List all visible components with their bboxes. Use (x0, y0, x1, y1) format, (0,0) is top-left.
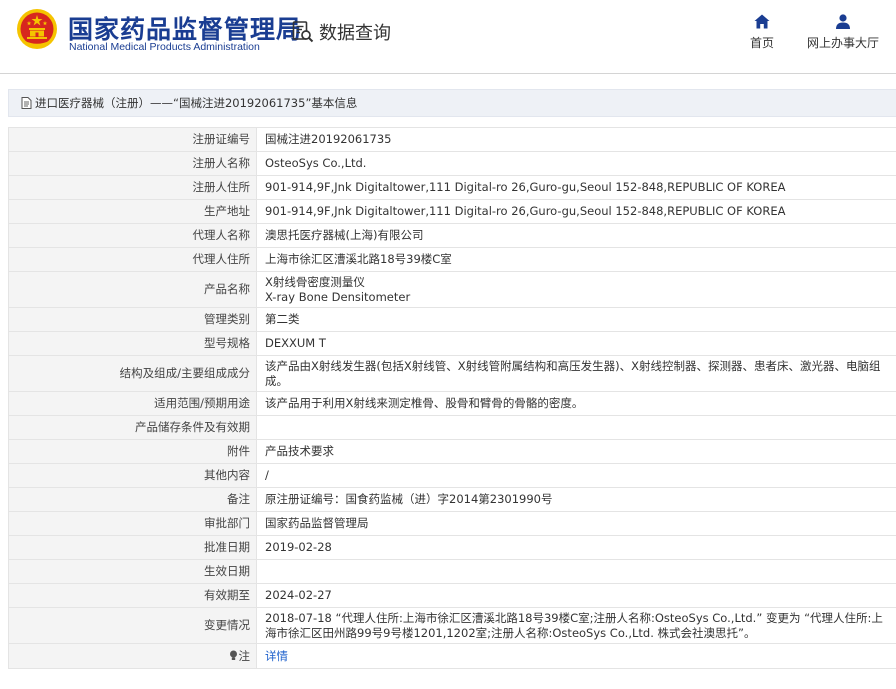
table-row: 审批部门 国家药品监督管理局 (8, 511, 896, 536)
field-value: 第二类 (256, 307, 896, 332)
field-value: X射线骨密度测量仪 X-ray Bone Densitometer (256, 271, 896, 308)
field-label: 产品名称 (8, 271, 257, 308)
field-value: OsteoSys Co.,Ltd. (256, 151, 896, 176)
table-row: 结构及组成/主要组成成分 该产品由X射线发生器(包括X射线管、X射线管附属结构和… (8, 355, 896, 392)
field-value: 该产品由X射线发生器(包括X射线管、X射线管附属结构和高压发生器)、X射线控制器… (256, 355, 896, 392)
field-value: 2018-07-18 “代理人住所:上海市徐汇区漕溪北路18号39楼C室;注册人… (256, 607, 896, 644)
field-label: 生效日期 (8, 559, 257, 584)
national-emblem-icon (17, 9, 57, 49)
user-icon (836, 14, 850, 29)
field-value: 该产品用于利用X射线来测定椎骨、股骨和臂骨的骨骼的密度。 (256, 391, 896, 416)
field-label: 型号规格 (8, 331, 257, 356)
field-value: 原注册证编号：国食药监械（进）字2014第2301990号 (256, 487, 896, 512)
field-label: 代理人名称 (8, 223, 257, 248)
nav-online-hall[interactable]: 网上办事大厅 (803, 14, 883, 51)
table-row: 变更情况 2018-07-18 “代理人住所:上海市徐汇区漕溪北路18号39楼C… (8, 607, 896, 644)
table-row: 适用范围/预期用途 该产品用于利用X射线来测定椎骨、股骨和臂骨的骨骼的密度。 (8, 391, 896, 416)
table-row: 产品名称 X射线骨密度测量仪 X-ray Bone Densitometer (8, 271, 896, 308)
field-label: 变更情况 (8, 607, 257, 644)
field-label: 批准日期 (8, 535, 257, 560)
table-row: 批准日期 2019-02-28 (8, 535, 896, 560)
field-value: 详情 (256, 643, 896, 669)
table-row: 附件 产品技术要求 (8, 439, 896, 464)
field-label: 代理人住所 (8, 247, 257, 272)
field-value: 901-914,9F,Jnk Digitaltower,111 Digital-… (256, 199, 896, 224)
query-title-text: 数据查询 (319, 23, 391, 44)
table-row: 注 详情 (8, 643, 896, 669)
lightbulb-icon (229, 650, 237, 660)
table-row: 注册证编号 国械注进20192061735 (8, 127, 896, 152)
field-label: 注册证编号 (8, 127, 257, 152)
table-row: 其他内容 / (8, 463, 896, 488)
field-label: 有效期至 (8, 583, 257, 608)
field-label: 结构及组成/主要组成成分 (8, 355, 257, 392)
field-value: 国械注进20192061735 (256, 127, 896, 152)
table-row: 生效日期 (8, 559, 896, 584)
field-label: 注册人住所 (8, 175, 257, 200)
table-row: 生产地址 901-914,9F,Jnk Digitaltower,111 Dig… (8, 199, 896, 224)
field-value (256, 559, 896, 584)
table-row: 注册人住所 901-914,9F,Jnk Digitaltower,111 Di… (8, 175, 896, 200)
nav-home-label: 首页 (749, 36, 774, 50)
home-icon (754, 14, 770, 29)
field-value: 901-914,9F,Jnk Digitaltower,111 Digital-… (256, 175, 896, 200)
field-value: 上海市徐汇区漕溪北路18号39楼C室 (256, 247, 896, 272)
field-label: 备注 (8, 487, 257, 512)
site-header: 国家药品监督管理局 National Medical Products Admi… (0, 0, 896, 74)
org-name-en: National Medical Products Administration (69, 41, 260, 53)
field-value: DEXXUM T (256, 331, 896, 356)
nav-online-hall-label: 网上办事大厅 (806, 36, 879, 50)
field-label: 管理类别 (8, 307, 257, 332)
product-name-cn: X射线骨密度测量仪 (265, 274, 365, 289)
field-value: 2024-02-27 (256, 583, 896, 608)
table-row: 注册人名称 OsteoSys Co.,Ltd. (8, 151, 896, 176)
table-row: 有效期至 2024-02-27 (8, 583, 896, 608)
table-row: 产品储存条件及有效期 (8, 415, 896, 440)
field-value: / (256, 463, 896, 488)
field-value: 2019-02-28 (256, 535, 896, 560)
field-label: 附件 (8, 439, 257, 464)
field-value: 国家药品监督管理局 (256, 511, 896, 536)
product-name-en: X-ray Bone Densitometer (265, 289, 411, 304)
breadcrumb-text: 进口医疗器械（注册）——“国械注进20192061735”基本信息 (35, 96, 358, 110)
field-label: 生产地址 (8, 199, 257, 224)
field-label: 产品储存条件及有效期 (8, 415, 257, 440)
registration-detail-table: 注册证编号 国械注进20192061735 注册人名称 OsteoSys Co.… (8, 127, 896, 669)
field-label: 注册人名称 (8, 151, 257, 176)
field-label: 注 (8, 643, 257, 669)
table-row: 管理类别 第二类 (8, 307, 896, 332)
table-row: 代理人住所 上海市徐汇区漕溪北路18号39楼C室 (8, 247, 896, 272)
field-value: 产品技术要求 (256, 439, 896, 464)
field-label: 审批部门 (8, 511, 257, 536)
field-value (256, 415, 896, 440)
table-row: 代理人名称 澳思托医疗器械(上海)有限公司 (8, 223, 896, 248)
document-search-icon (292, 21, 314, 43)
field-label: 适用范围/预期用途 (8, 391, 257, 416)
note-label: 注 (238, 648, 251, 663)
nav-home[interactable]: 首页 (743, 14, 781, 51)
details-link[interactable]: 详情 (265, 649, 288, 663)
data-query-title: 数据查询 (291, 19, 391, 45)
table-row: 备注 原注册证编号：国食药监械（进）字2014第2301990号 (8, 487, 896, 512)
table-row: 型号规格 DEXXUM T (8, 331, 896, 356)
document-icon (21, 97, 32, 109)
breadcrumb: 进口医疗器械（注册）——“国械注进20192061735”基本信息 (8, 89, 896, 117)
field-label: 其他内容 (8, 463, 257, 488)
field-value: 澳思托医疗器械(上海)有限公司 (256, 223, 896, 248)
